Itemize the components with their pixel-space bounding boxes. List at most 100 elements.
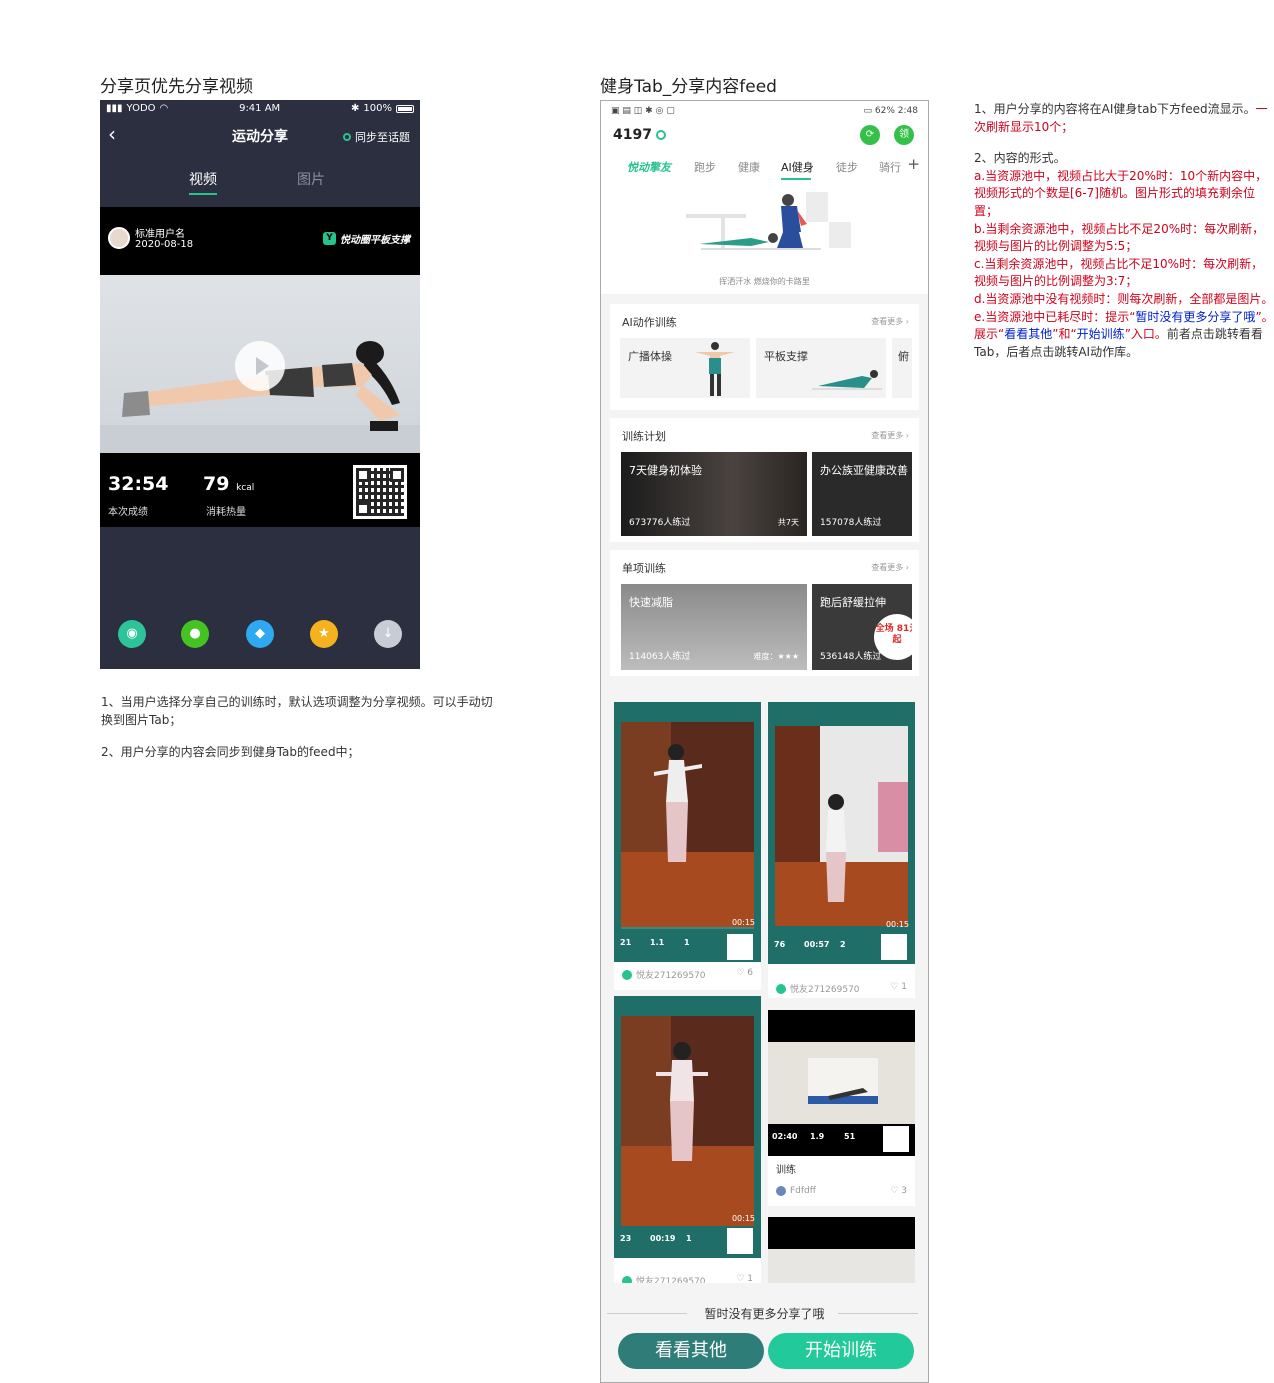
qr-code (881, 934, 907, 960)
single-tile-fat-burn[interactable]: 快速减脂 114063人练过 难度：★★★ (621, 584, 807, 670)
right-note-2: 2、内容的形式。 (974, 151, 1066, 166)
qzone-share-button[interactable]: ★ (310, 620, 338, 648)
stat-duration: 32:54 (108, 473, 168, 495)
no-more-notice: 暂时没有更多分享了哦 (601, 1303, 928, 1323)
heart-icon: ♡ (736, 1274, 745, 1283)
tile-title: 俯 (898, 350, 909, 363)
video-stat: 1 (684, 938, 690, 947)
like-count: 1 (901, 982, 907, 992)
difficulty-rating: 难度：★★★ (753, 652, 799, 661)
ai-tile-next[interactable]: 俯 (892, 338, 912, 398)
like-count: 1 (747, 1274, 753, 1283)
tab-friends[interactable]: 悦动擎友 (627, 159, 671, 175)
tab-video[interactable]: 视频 (189, 169, 217, 189)
feed-caption: 训练 (776, 1165, 796, 1176)
plan-tile-beginner[interactable]: 7天健身初体验 673776人练过 共7天 (621, 452, 807, 536)
calories-unit: kcal (236, 483, 255, 493)
checkin-button[interactable]: 领 (894, 125, 914, 145)
feed-image-thumb: 02:40 1.9 51 (768, 1010, 915, 1156)
video-duration: 00:15 (885, 920, 909, 929)
feed-header: 4197 ⟳ 领 (601, 121, 928, 149)
tab-ai-fitness[interactable]: AI健身 (781, 159, 814, 175)
feed-page-phone: ▣ ▤ ◫ ✱ ◎ ▢ ▭ 62% 2:48 4197 ⟳ 领 悦动擎友 跑步 … (600, 100, 929, 1383)
qzone-icon: ★ (318, 626, 330, 641)
qr-code (727, 934, 753, 960)
add-tab-button[interactable]: + (907, 155, 920, 173)
media-tabs: 视频 图片 (100, 155, 420, 207)
right-note-1: 1、用户分享的内容将在AI健身tab下方feed流显示。一次刷新显示10个； (974, 101, 1274, 136)
promo-badge: 全场 81元起 (874, 614, 912, 660)
user-avatar-icon (622, 969, 632, 980)
tab-cycling[interactable]: 骑行 (879, 159, 901, 175)
rule-c: c.当剩余资源池中，视频占比不足10%时：每次刷新，视频与图片的比例调整为3:7… (974, 256, 1264, 289)
single-tile-stretch[interactable]: 跑后舒缓拉伸 536148人练过 全场 81元起 (812, 584, 912, 670)
ai-tile-plank[interactable]: 平板支撑 (756, 338, 886, 398)
feed-card[interactable]: 00:15 76 00:57 2 悦友271269570 ♡ 1 (768, 702, 915, 998)
tab-image[interactable]: 图片 (297, 169, 325, 189)
video-stat: 1.1 (650, 938, 665, 947)
download-button[interactable]: ↓ (374, 620, 402, 648)
rule-d: d.当资源池中没有视频时：则每次刷新，全部都是图片。 (974, 291, 1274, 306)
user-avatar-icon (622, 1275, 632, 1283)
look-others-button[interactable]: 看看其他 (618, 1333, 764, 1369)
tab-running[interactable]: 跑步 (694, 159, 716, 175)
single-training-card: 单项训练 查看更多 › 快速减脂 114063人练过 难度：★★★ 跑后舒缓拉伸… (610, 550, 919, 676)
feed-author: 悦友271269570 (622, 968, 706, 981)
video-preview[interactable] (100, 275, 420, 453)
no-more-text: 暂时没有更多分享了哦 (704, 1307, 825, 1321)
status-bar: ▣ ▤ ◫ ✱ ◎ ▢ ▭ 62% 2:48 (601, 101, 928, 121)
hero-banner[interactable]: 挥洒汗水 燃烧你的卡路里 (601, 184, 928, 294)
stat-calories-label: 消耗热量 (206, 507, 246, 518)
gift-icon: 领 (899, 129, 909, 140)
feed-card[interactable] (768, 1217, 915, 1283)
qr-finder (390, 468, 404, 482)
ai-training-more[interactable]: 查看更多 › (871, 316, 909, 327)
sync-topic-toggle[interactable]: 同步至话题 (343, 129, 410, 145)
stat-duration-label: 本次成绩 (108, 507, 148, 518)
tab-hiking[interactable]: 徒步 (836, 159, 858, 175)
training-plan-card: 训练计划 查看更多 › 7天健身初体验 673776人练过 共7天 办公族亚健康… (610, 418, 919, 542)
feed-card[interactable]: 00:15 23 00:19 1 悦友271269570 ♡ 1 (614, 996, 761, 1283)
video-stat: 00:19 (650, 1234, 676, 1243)
feed-card[interactable]: 02:40 1.9 51 训练 Fdfdff ♡ 3 (768, 1010, 915, 1206)
feed-scroll[interactable]: ▣ ▤ ◫ ✱ ◎ ▢ ▭ 62% 2:48 4197 ⟳ 领 悦动擎友 跑步 … (601, 101, 928, 1283)
qr-finder (356, 502, 370, 516)
start-training-button[interactable]: 开始训练 (768, 1333, 914, 1369)
nav-bar: ‹ 运动分享 同步至话题 (100, 117, 420, 155)
tab-underline (189, 193, 217, 195)
qr-pattern (356, 468, 404, 516)
heart-icon: ♡ (890, 1186, 899, 1196)
stat-calories: 79 kcal (203, 473, 254, 495)
video-stat: 23 (620, 1234, 632, 1243)
sync-button[interactable]: ⟳ (860, 125, 880, 145)
like-button[interactable]: ♡ 6 (736, 968, 753, 978)
qq-share-button[interactable]: ◆ (246, 620, 274, 648)
duration-value: 32:54 (108, 473, 169, 495)
plan-tile-office[interactable]: 办公族亚健康改善 157078人练过 (812, 452, 912, 536)
plans-more[interactable]: 查看更多 › (871, 430, 909, 441)
wechat-share-button[interactable]: ● (181, 620, 209, 648)
author-name: 悦友271269570 (790, 985, 860, 995)
like-button[interactable]: ♡ 3 (890, 1186, 907, 1196)
ai-training-title: AI动作训练 (622, 316, 677, 329)
qq-icon: ◆ (255, 626, 265, 641)
like-button[interactable]: ♡ 1 (736, 1274, 753, 1283)
plans-title: 训练计划 (622, 430, 666, 443)
feed-card[interactable]: 00:15 21 1.1 1 悦友271269570 ♡ 6 (614, 702, 761, 990)
tab-health[interactable]: 健康 (738, 159, 760, 175)
video-stat: 21 (620, 938, 632, 947)
moments-share-button[interactable]: ◉ (118, 620, 146, 648)
plan-name: 7天健身初体验 (629, 464, 702, 477)
right-notes: 1、用户分享的内容将在AI健身tab下方feed流显示。一次刷新显示10个； 2… (974, 101, 1274, 361)
like-button[interactable]: ♡ 1 (890, 982, 907, 992)
single-more[interactable]: 查看更多 › (871, 562, 909, 573)
heart-icon: ♡ (736, 968, 745, 978)
note-text: ”入口。 (1124, 327, 1167, 342)
single-name: 跑后舒缓拉伸 (820, 596, 886, 609)
tab-underline (781, 178, 811, 180)
more-label: 查看更多 (871, 317, 904, 326)
feed-video-thumb: 00:15 21 1.1 1 (614, 702, 761, 962)
ai-tile-broadcast-exercise[interactable]: 广播体操 (620, 338, 750, 398)
play-button[interactable] (235, 341, 285, 391)
refresh-icon: ⟳ (865, 129, 875, 140)
